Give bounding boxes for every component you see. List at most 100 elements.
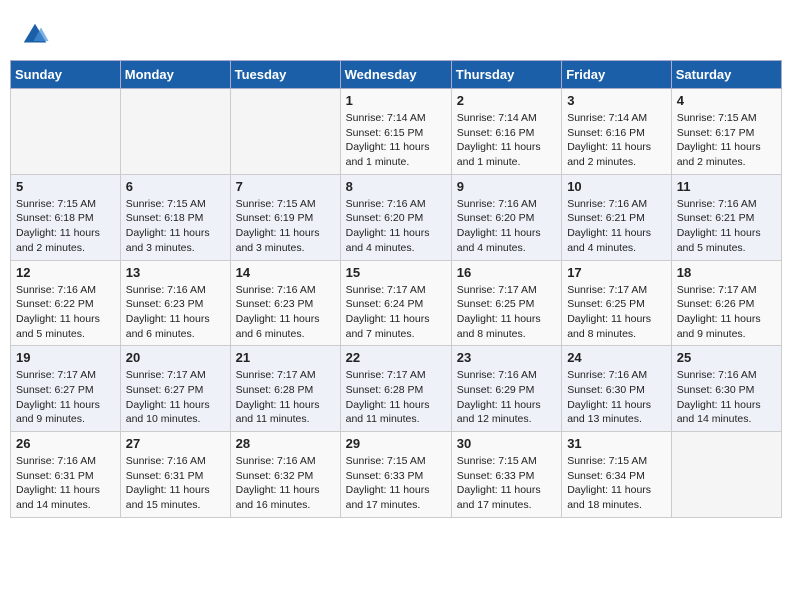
cell-info: Sunrise: 7:16 AM Sunset: 6:32 PM Dayligh… — [236, 454, 335, 513]
calendar-cell: 10 Sunrise: 7:16 AM Sunset: 6:21 PM Dayli… — [562, 174, 672, 260]
col-header-sunday: Sunday — [11, 61, 121, 89]
cell-info: Sunrise: 7:14 AM Sunset: 6:16 PM Dayligh… — [567, 111, 666, 170]
calendar-cell: 22 Sunrise: 7:17 AM Sunset: 6:28 PM Dayli… — [340, 346, 451, 432]
day-number: 30 — [457, 436, 556, 451]
calendar-cell — [230, 89, 340, 175]
calendar-cell: 17 Sunrise: 7:17 AM Sunset: 6:25 PM Dayli… — [562, 260, 672, 346]
day-number: 29 — [346, 436, 446, 451]
day-number: 16 — [457, 265, 556, 280]
calendar-cell: 2 Sunrise: 7:14 AM Sunset: 6:16 PM Daylig… — [451, 89, 561, 175]
page-header — [10, 10, 782, 55]
calendar-cell: 9 Sunrise: 7:16 AM Sunset: 6:20 PM Daylig… — [451, 174, 561, 260]
calendar-cell: 26 Sunrise: 7:16 AM Sunset: 6:31 PM Dayli… — [11, 432, 121, 518]
logo — [20, 20, 54, 50]
calendar-cell: 16 Sunrise: 7:17 AM Sunset: 6:25 PM Dayli… — [451, 260, 561, 346]
day-number: 21 — [236, 350, 335, 365]
col-header-wednesday: Wednesday — [340, 61, 451, 89]
cell-info: Sunrise: 7:16 AM Sunset: 6:21 PM Dayligh… — [567, 197, 666, 256]
calendar-cell: 31 Sunrise: 7:15 AM Sunset: 6:34 PM Dayli… — [562, 432, 672, 518]
day-number: 22 — [346, 350, 446, 365]
day-number: 25 — [677, 350, 776, 365]
calendar-cell: 6 Sunrise: 7:15 AM Sunset: 6:18 PM Daylig… — [120, 174, 230, 260]
calendar-cell: 13Sunrise: 7:16 AM Sunset: 6:23 PM Dayli… — [120, 260, 230, 346]
calendar-cell: 1 Sunrise: 7:14 AM Sunset: 6:15 PM Daylig… — [340, 89, 451, 175]
day-number: 23 — [457, 350, 556, 365]
calendar-cell — [120, 89, 230, 175]
cell-info: Sunrise: 7:16 AM Sunset: 6:30 PM Dayligh… — [567, 368, 666, 427]
calendar-cell: 29 Sunrise: 7:15 AM Sunset: 6:33 PM Dayli… — [340, 432, 451, 518]
calendar-cell: 21 Sunrise: 7:17 AM Sunset: 6:28 PM Dayli… — [230, 346, 340, 432]
cell-info: Sunrise: 7:16 AM Sunset: 6:20 PM Dayligh… — [457, 197, 556, 256]
cell-info: Sunrise: 7:16 AM Sunset: 6:29 PM Dayligh… — [457, 368, 556, 427]
calendar-cell — [671, 432, 781, 518]
day-number: 18 — [677, 265, 776, 280]
cell-info: Sunrise: 7:16 AM Sunset: 6:31 PM Dayligh… — [126, 454, 225, 513]
calendar-cell: 3 Sunrise: 7:14 AM Sunset: 6:16 PM Daylig… — [562, 89, 672, 175]
calendar-cell — [11, 89, 121, 175]
calendar-cell: 28 Sunrise: 7:16 AM Sunset: 6:32 PM Dayli… — [230, 432, 340, 518]
day-number: 4 — [677, 93, 776, 108]
calendar-cell: 11 Sunrise: 7:16 AM Sunset: 6:21 PM Dayli… — [671, 174, 781, 260]
calendar-cell: 8 Sunrise: 7:16 AM Sunset: 6:20 PM Daylig… — [340, 174, 451, 260]
day-number: 20 — [126, 350, 225, 365]
day-number: 31 — [567, 436, 666, 451]
day-number: 1 — [346, 93, 446, 108]
calendar-cell: 30 Sunrise: 7:15 AM Sunset: 6:33 PM Dayli… — [451, 432, 561, 518]
day-number: 9 — [457, 179, 556, 194]
cell-info: Sunrise: 7:16 AM Sunset: 6:31 PM Dayligh… — [16, 454, 115, 513]
cell-info: Sunrise: 7:15 AM Sunset: 6:18 PM Dayligh… — [126, 197, 225, 256]
day-number: 5 — [16, 179, 115, 194]
calendar-cell: 4 Sunrise: 7:15 AM Sunset: 6:17 PM Daylig… — [671, 89, 781, 175]
cell-info: Sunrise: 7:14 AM Sunset: 6:16 PM Dayligh… — [457, 111, 556, 170]
day-number: 6 — [126, 179, 225, 194]
cell-info: Sunrise: 7:16 AM Sunset: 6:20 PM Dayligh… — [346, 197, 446, 256]
day-number: 27 — [126, 436, 225, 451]
cell-info: Sunrise: 7:17 AM Sunset: 6:26 PM Dayligh… — [677, 283, 776, 342]
day-number: 15 — [346, 265, 446, 280]
cell-info: Sunrise: 7:15 AM Sunset: 6:33 PM Dayligh… — [457, 454, 556, 513]
calendar-cell: 14Sunrise: 7:16 AM Sunset: 6:23 PM Dayli… — [230, 260, 340, 346]
day-number: 11 — [677, 179, 776, 194]
cell-info: Sunrise: 7:16 AM Sunset: 6:21 PM Dayligh… — [677, 197, 776, 256]
col-header-tuesday: Tuesday — [230, 61, 340, 89]
calendar-cell: 20 Sunrise: 7:17 AM Sunset: 6:27 PM Dayli… — [120, 346, 230, 432]
day-number: 3 — [567, 93, 666, 108]
cell-info: Sunrise: 7:15 AM Sunset: 6:19 PM Dayligh… — [236, 197, 335, 256]
day-number: 14 — [236, 265, 335, 280]
day-number: 13 — [126, 265, 225, 280]
calendar-cell: 23 Sunrise: 7:16 AM Sunset: 6:29 PM Dayli… — [451, 346, 561, 432]
logo-icon — [20, 20, 50, 50]
cell-info: Sunrise: 7:17 AM Sunset: 6:28 PM Dayligh… — [346, 368, 446, 427]
calendar-cell: 7Sunrise: 7:15 AM Sunset: 6:19 PM Daylig… — [230, 174, 340, 260]
day-number: 10 — [567, 179, 666, 194]
day-number: 26 — [16, 436, 115, 451]
day-number: 12 — [16, 265, 115, 280]
calendar-cell: 25 Sunrise: 7:16 AM Sunset: 6:30 PM Dayli… — [671, 346, 781, 432]
cell-info: Sunrise: 7:15 AM Sunset: 6:33 PM Dayligh… — [346, 454, 446, 513]
cell-info: Sunrise: 7:15 AM Sunset: 6:17 PM Dayligh… — [677, 111, 776, 170]
cell-info: Sunrise: 7:17 AM Sunset: 6:27 PM Dayligh… — [126, 368, 225, 427]
cell-info: Sunrise: 7:17 AM Sunset: 6:25 PM Dayligh… — [457, 283, 556, 342]
calendar-cell: 24 Sunrise: 7:16 AM Sunset: 6:30 PM Dayli… — [562, 346, 672, 432]
cell-info: Sunrise: 7:14 AM Sunset: 6:15 PM Dayligh… — [346, 111, 446, 170]
col-header-thursday: Thursday — [451, 61, 561, 89]
day-number: 17 — [567, 265, 666, 280]
day-number: 24 — [567, 350, 666, 365]
cell-info: Sunrise: 7:15 AM Sunset: 6:18 PM Dayligh… — [16, 197, 115, 256]
calendar-cell: 27 Sunrise: 7:16 AM Sunset: 6:31 PM Dayli… — [120, 432, 230, 518]
day-number: 28 — [236, 436, 335, 451]
calendar-cell: 19 Sunrise: 7:17 AM Sunset: 6:27 PM Dayli… — [11, 346, 121, 432]
cell-info: Sunrise: 7:17 AM Sunset: 6:25 PM Dayligh… — [567, 283, 666, 342]
cell-info: Sunrise: 7:17 AM Sunset: 6:24 PM Dayligh… — [346, 283, 446, 342]
cell-info: Sunrise: 7:15 AM Sunset: 6:34 PM Dayligh… — [567, 454, 666, 513]
day-number: 19 — [16, 350, 115, 365]
col-header-monday: Monday — [120, 61, 230, 89]
calendar-cell: 12Sunrise: 7:16 AM Sunset: 6:22 PM Dayli… — [11, 260, 121, 346]
cell-info: Sunrise: 7:17 AM Sunset: 6:28 PM Dayligh… — [236, 368, 335, 427]
cell-info: Sunrise: 7:17 AM Sunset: 6:27 PM Dayligh… — [16, 368, 115, 427]
day-number: 2 — [457, 93, 556, 108]
day-number: 8 — [346, 179, 446, 194]
cell-info: Sunrise: 7:16 AM Sunset: 6:30 PM Dayligh… — [677, 368, 776, 427]
calendar-table: SundayMondayTuesdayWednesdayThursdayFrid… — [10, 60, 782, 518]
col-header-friday: Friday — [562, 61, 672, 89]
